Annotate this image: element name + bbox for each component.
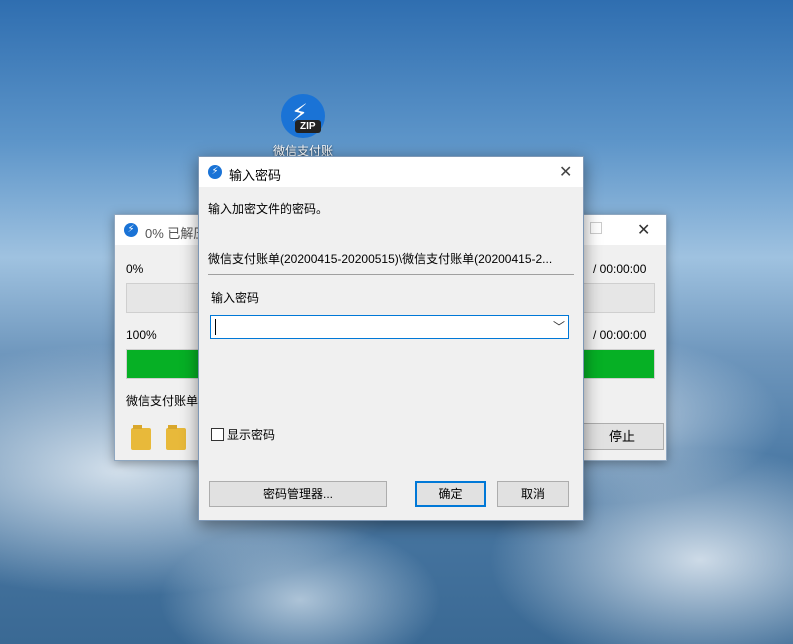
ok-button[interactable]: 确定 (415, 481, 486, 507)
desktop-zip-file[interactable]: ⚡ ZIP 微信支付账 (268, 94, 338, 159)
text-caret (215, 319, 216, 335)
show-password-label: 显示密码 (227, 428, 276, 442)
chevron-down-icon[interactable]: ﹀ (553, 318, 565, 335)
password-dialog: ⚡ 输入密码 ✕ 输入加密文件的密码。 微信支付账单(20200415-2020… (198, 156, 584, 521)
zip-file-icon: ⚡ ZIP (281, 94, 325, 138)
maximize-icon[interactable] (590, 222, 602, 234)
row1-percent: 0% (126, 262, 144, 276)
password-label: 输入密码 (211, 291, 260, 305)
close-icon[interactable]: ✕ (559, 162, 572, 182)
show-password-option[interactable]: 显示密码 (211, 426, 275, 443)
row1-time: / 00:00:00 (593, 262, 647, 276)
bandizip-logo-icon: ⚡ (208, 165, 222, 179)
stop-button[interactable]: 停止 (580, 423, 664, 450)
row2-percent: 100% (126, 328, 157, 342)
show-password-checkbox[interactable] (211, 428, 224, 441)
row2-time: / 00:00:00 (593, 328, 647, 342)
cancel-button[interactable]: 取消 (497, 481, 569, 507)
divider (208, 274, 574, 275)
encrypted-file-path: 微信支付账单(20200415-20200515)\微信支付账单(2020041… (208, 252, 553, 266)
password-input[interactable]: ﹀ (210, 315, 569, 339)
folder-icon[interactable] (131, 425, 151, 450)
close-icon[interactable]: ✕ (637, 220, 650, 240)
password-manager-button[interactable]: 密码管理器... (209, 481, 387, 507)
folder-icon[interactable] (166, 425, 186, 450)
dialog-titlebar[interactable]: ⚡ 输入密码 ✕ (199, 157, 583, 187)
current-file-label: 微信支付账单 (126, 394, 199, 408)
bandizip-logo-icon: ⚡ (124, 223, 138, 237)
dialog-title: 输入密码 (229, 168, 282, 183)
dialog-prompt: 输入加密文件的密码。 (208, 202, 329, 216)
